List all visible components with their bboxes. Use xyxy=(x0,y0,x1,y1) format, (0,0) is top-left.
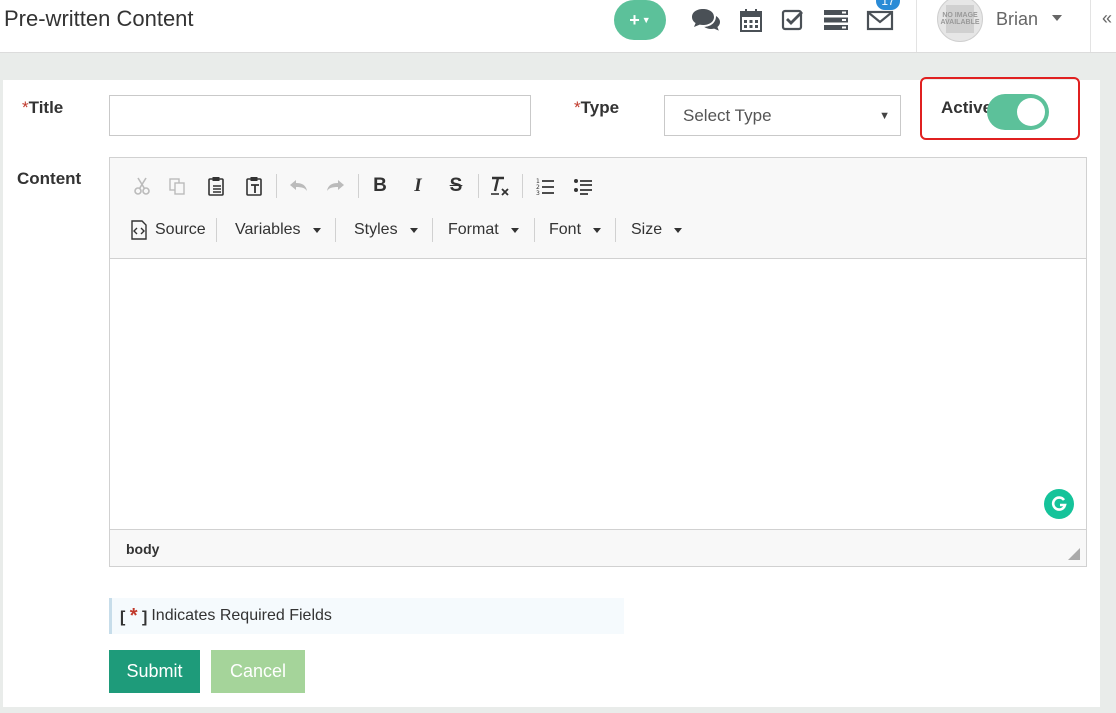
paste-icon[interactable] xyxy=(204,174,228,198)
format-combo[interactable]: Format xyxy=(448,218,519,242)
caret-down-icon: ▼ xyxy=(641,15,651,25)
redo-icon[interactable] xyxy=(324,174,348,198)
styles-combo[interactable]: Styles xyxy=(354,218,418,242)
undo-icon[interactable] xyxy=(286,174,310,198)
title-label: *Title xyxy=(22,98,64,117)
source-label: Source xyxy=(155,221,206,238)
type-select[interactable]: Select Type ▼ xyxy=(664,95,901,136)
header-divider xyxy=(916,0,917,52)
form-panel: *Title *Type Select Type ▼ Active Conten… xyxy=(3,77,1100,707)
required-star: * xyxy=(22,98,29,117)
editor-content-area[interactable] xyxy=(110,259,1086,529)
toolbar-separator xyxy=(216,218,217,242)
header-divider xyxy=(1090,0,1091,52)
source-icon xyxy=(131,220,147,240)
type-selected-value: Select Type xyxy=(683,105,772,125)
bulleted-list-icon[interactable] xyxy=(571,174,595,198)
svg-text:3: 3 xyxy=(536,190,540,196)
numbered-list-icon[interactable]: 123 xyxy=(533,174,557,198)
rich-text-editor: B I S 123 Source Variables Styles Format… xyxy=(109,157,1087,567)
copy-icon[interactable] xyxy=(165,174,189,198)
required-star: * xyxy=(574,98,581,117)
active-toggle[interactable] xyxy=(987,94,1049,130)
resize-handle-icon[interactable] xyxy=(1068,548,1080,560)
size-combo[interactable]: Size xyxy=(631,218,683,242)
caret-down-icon xyxy=(312,227,321,233)
font-combo[interactable]: Font xyxy=(549,218,602,242)
avatar[interactable]: NO IMAGE AVAILABLE xyxy=(937,0,983,42)
toolbar-separator xyxy=(534,218,535,242)
toolbar-separator xyxy=(276,174,277,198)
toolbar-separator xyxy=(615,218,616,242)
toolbar-separator xyxy=(358,174,359,198)
required-legend: [ * ] xyxy=(120,604,148,627)
type-label: *Type xyxy=(574,98,620,117)
required-note-text: Indicates Required Fields xyxy=(151,607,332,624)
no-image-placeholder: NO IMAGE AVAILABLE xyxy=(941,5,980,33)
task-check-icon[interactable] xyxy=(777,6,809,34)
chat-icon[interactable] xyxy=(690,6,722,34)
add-new-button[interactable]: + ▼ xyxy=(614,0,666,40)
active-label: Active xyxy=(941,98,993,117)
remove-format-icon[interactable] xyxy=(488,174,512,198)
user-name[interactable]: Brian xyxy=(996,9,1038,30)
content-label: Content xyxy=(17,169,82,188)
submit-button[interactable]: Submit xyxy=(109,650,200,693)
variables-combo[interactable]: Variables xyxy=(235,218,321,242)
required-fields-note: [ * ] Indicates Required Fields xyxy=(109,598,624,634)
caret-down-icon[interactable] xyxy=(1052,15,1062,21)
page-title: Pre-written Content xyxy=(4,6,194,31)
envelope-icon[interactable] xyxy=(864,6,896,34)
source-button[interactable]: Source xyxy=(130,218,206,242)
collapse-sidebar-icon[interactable]: « xyxy=(1102,8,1112,29)
cancel-button[interactable]: Cancel xyxy=(211,650,305,693)
server-list-icon[interactable] xyxy=(820,6,852,34)
plus-icon: + xyxy=(629,9,640,30)
top-bar: Pre-written Content + ▼ 17 NO IMAGE AVAIL… xyxy=(0,0,1116,53)
caret-down-icon xyxy=(593,227,602,233)
caret-down-icon xyxy=(674,227,683,233)
grammarly-icon[interactable] xyxy=(1044,489,1074,519)
caret-down-icon xyxy=(409,227,418,233)
editor-status-bar: body xyxy=(110,529,1086,566)
caret-down-icon xyxy=(510,227,519,233)
bold-icon[interactable]: B xyxy=(368,174,392,198)
editor-toolbar: B I S 123 Source Variables Styles Format… xyxy=(110,158,1086,259)
paste-text-icon[interactable] xyxy=(242,174,266,198)
toolbar-separator xyxy=(478,174,479,198)
toggle-knob xyxy=(1017,98,1045,126)
toolbar-separator xyxy=(335,218,336,242)
strikethrough-icon[interactable]: S xyxy=(444,174,468,198)
caret-down-icon: ▼ xyxy=(879,110,890,122)
notification-badge: 17 xyxy=(876,0,900,10)
title-input[interactable] xyxy=(109,95,531,136)
toolbar-separator xyxy=(432,218,433,242)
italic-icon[interactable]: I xyxy=(406,174,430,198)
calendar-icon[interactable] xyxy=(735,6,767,34)
element-path[interactable]: body xyxy=(126,541,159,557)
toolbar-separator xyxy=(522,174,523,198)
cut-icon[interactable] xyxy=(130,174,154,198)
